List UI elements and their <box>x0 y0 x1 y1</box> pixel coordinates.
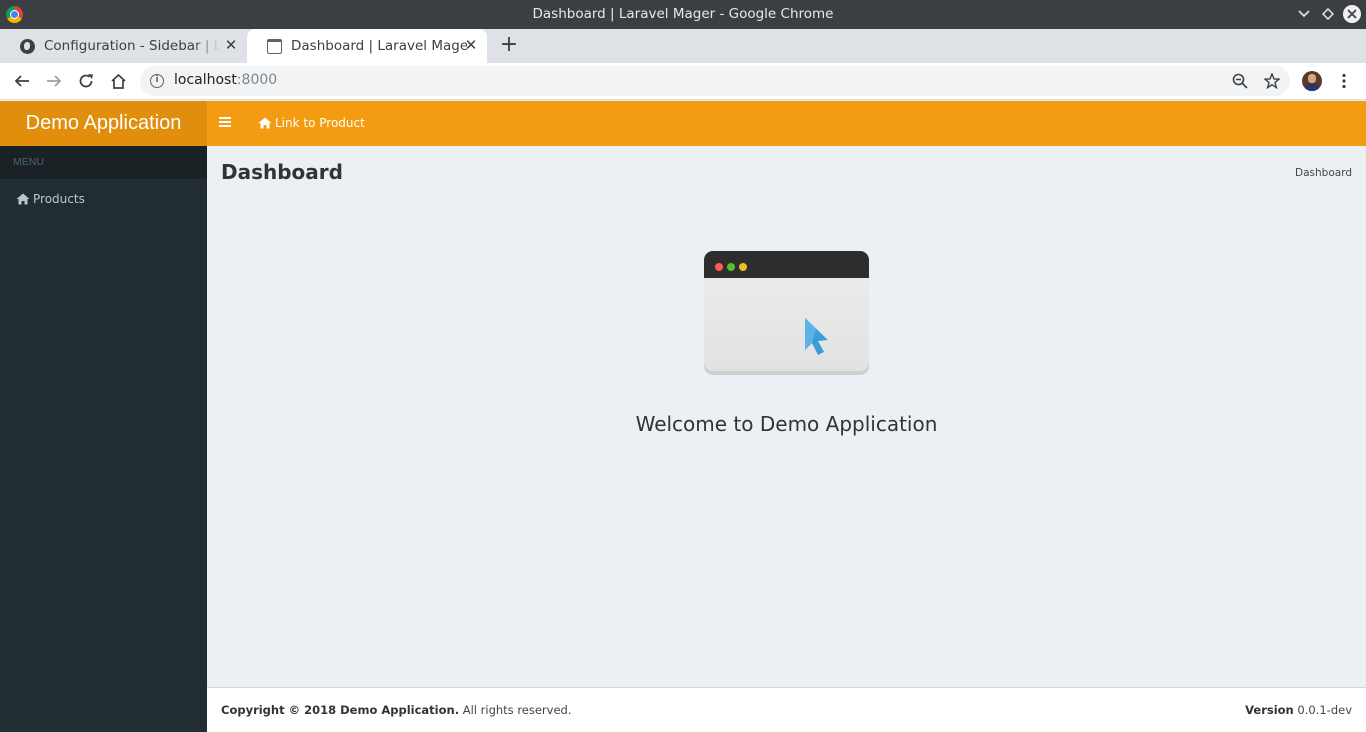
top-navbar: Link to Product <box>207 101 1366 146</box>
close-window-icon[interactable] <box>1343 5 1361 23</box>
window-titlebar: Dashboard | Laravel Mager - Google Chrom… <box>0 0 1366 29</box>
close-tab-icon[interactable]: ✕ <box>463 37 479 53</box>
forward-icon[interactable] <box>44 71 64 91</box>
url-host: localhost <box>174 72 237 88</box>
app-logo[interactable]: Demo Application <box>0 101 207 146</box>
browser-toolbar: i localhost:8000 <box>0 63 1366 100</box>
home-icon[interactable] <box>108 71 128 91</box>
close-tab-icon[interactable]: ✕ <box>223 37 239 53</box>
browser-window-illustration <box>704 251 869 375</box>
minimize-icon[interactable] <box>1295 5 1313 23</box>
address-bar[interactable]: i localhost:8000 <box>140 66 1290 96</box>
globe-icon <box>20 38 35 54</box>
content-wrapper: Dashboard Dashboard Welcome to Demo Appl… <box>207 146 1366 687</box>
home-icon <box>258 117 272 129</box>
sidebar: MENU Products <box>0 146 207 732</box>
tab-configuration-sidebar[interactable]: Configuration - Sidebar | Laravel Mager … <box>0 29 247 63</box>
sidebar-item-label: Products <box>33 192 85 206</box>
url-text: localhost:8000 <box>174 72 277 88</box>
home-icon <box>16 193 30 205</box>
copyright-rights: All rights reserved. <box>459 703 572 717</box>
link-to-product-label: Link to Product <box>275 116 365 130</box>
footer: Copyright © 2018 Demo Application. All r… <box>207 687 1366 732</box>
profile-avatar[interactable] <box>1302 71 1322 91</box>
link-to-product[interactable]: Link to Product <box>258 116 365 130</box>
tab-dashboard[interactable]: Dashboard | Laravel Mager ✕ <box>247 29 487 63</box>
window-title: Dashboard | Laravel Mager - Google Chrom… <box>532 6 834 22</box>
footer-version: Version 0.0.1-dev <box>1245 703 1352 717</box>
tab-title: Configuration - Sidebar | Laravel Mager <box>44 38 220 54</box>
version-label: Version <box>1245 703 1294 717</box>
footer-copyright: Copyright © 2018 Demo Application. All r… <box>221 703 572 717</box>
url-port: :8000 <box>236 72 278 88</box>
sidebar-toggle-icon[interactable] <box>219 115 233 131</box>
zoom-icon[interactable] <box>1230 71 1250 91</box>
version-value: 0.0.1-dev <box>1293 703 1352 717</box>
kebab-menu-icon[interactable] <box>1334 71 1354 91</box>
breadcrumb[interactable]: Dashboard <box>1295 167 1352 179</box>
page-icon <box>267 38 282 54</box>
bookmark-star-icon[interactable] <box>1262 71 1282 91</box>
tab-strip: Configuration - Sidebar | Laravel Mager … <box>0 29 1366 63</box>
site-info-icon[interactable]: i <box>150 74 164 88</box>
copyright-owner: Copyright © 2018 Demo Application. <box>221 703 460 717</box>
back-icon[interactable] <box>12 71 32 91</box>
reload-icon[interactable] <box>76 71 96 91</box>
maximize-icon[interactable] <box>1319 5 1337 23</box>
page-title: Dashboard <box>221 160 343 184</box>
tab-title: Dashboard | Laravel Mager <box>291 38 467 54</box>
welcome-message: Welcome to Demo Application <box>635 412 938 436</box>
sidebar-item-products[interactable]: Products <box>0 179 207 219</box>
sidebar-menu-header: MENU <box>0 146 207 179</box>
new-tab-button[interactable]: + <box>499 34 519 56</box>
